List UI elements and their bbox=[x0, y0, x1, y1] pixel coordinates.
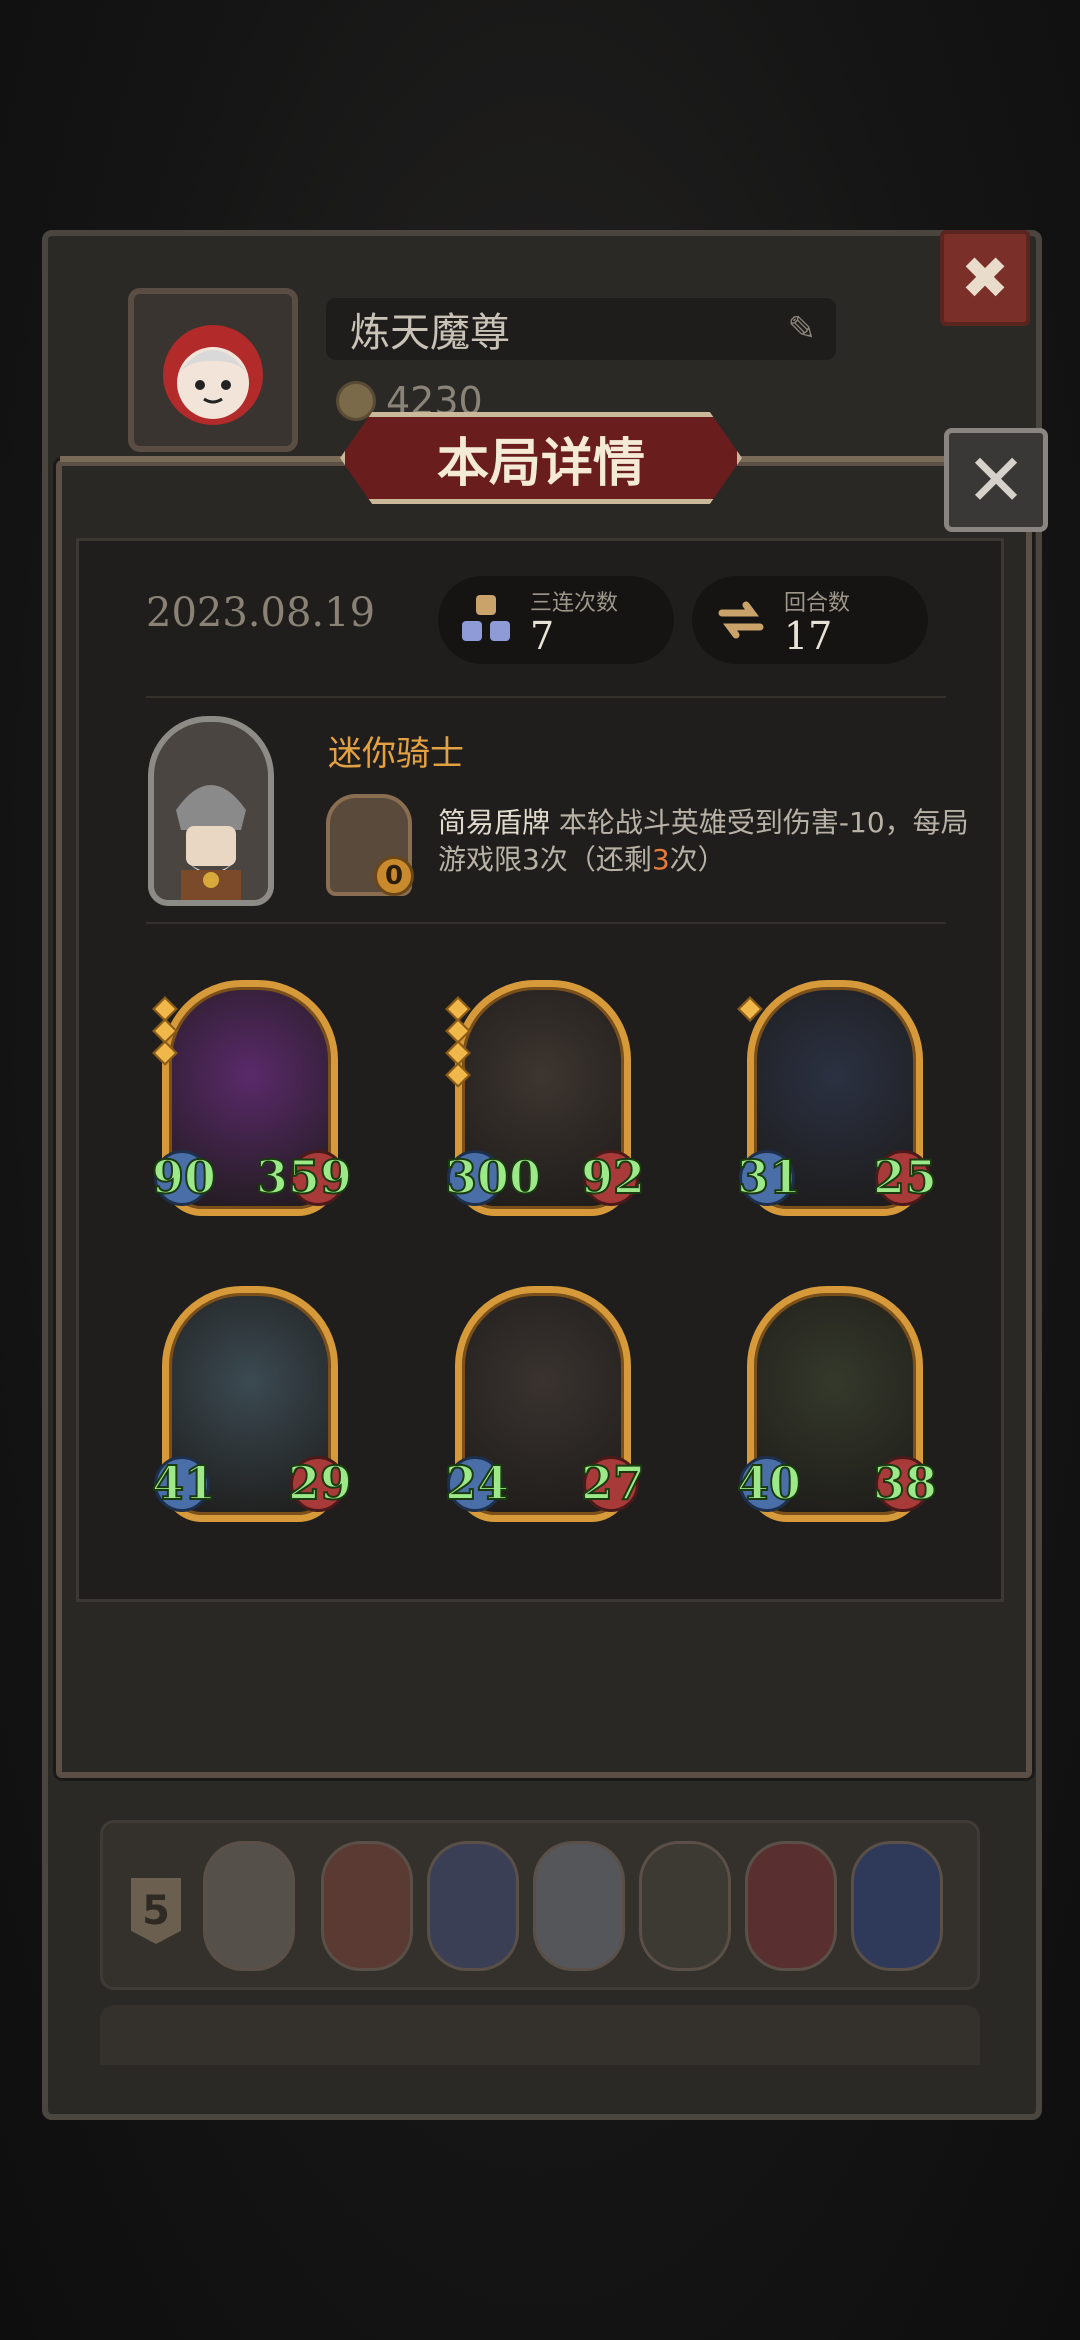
close-icon: ✖ bbox=[960, 244, 1010, 312]
title-divider-left bbox=[60, 456, 350, 462]
close-icon: ✕ bbox=[965, 438, 1027, 522]
triple-count-label: 三连次数 bbox=[530, 591, 619, 616]
triple-icon bbox=[458, 591, 516, 649]
star-icon bbox=[737, 996, 763, 1022]
hero-attack: 31 bbox=[736, 1149, 802, 1205]
round-count-stat: 回合数 17 bbox=[692, 576, 928, 664]
hero-card[interactable]: 90 359 bbox=[151, 980, 353, 1216]
triple-count-stat: 三连次数 7 bbox=[438, 576, 674, 664]
hero-star-rank bbox=[445, 996, 471, 1088]
leader-portrait[interactable] bbox=[148, 716, 274, 906]
history-hero-portrait bbox=[851, 1841, 943, 1971]
modal-title: 本局详情 bbox=[340, 412, 742, 504]
hero-attack: 40 bbox=[736, 1455, 802, 1511]
leader-name: 迷你骑士 bbox=[328, 734, 464, 774]
coin-icon bbox=[336, 381, 376, 421]
history-row[interactable] bbox=[100, 2005, 980, 2065]
skill-count-badge: 0 bbox=[374, 856, 414, 896]
hero-attack: 300 bbox=[444, 1149, 542, 1205]
hero-star-rank bbox=[737, 996, 763, 1022]
hero-health: 27 bbox=[580, 1455, 646, 1511]
profile-close-button[interactable]: ✖ bbox=[940, 230, 1030, 326]
history-hero-portrait bbox=[745, 1841, 837, 1971]
history-hero-portrait bbox=[427, 1841, 519, 1971]
mini-knight-icon bbox=[176, 785, 246, 900]
round-count-label: 回合数 bbox=[784, 591, 851, 616]
history-hero-portrait bbox=[533, 1841, 625, 1971]
match-date: 2023.08.19 bbox=[146, 590, 376, 636]
rounds-icon bbox=[712, 591, 770, 649]
hero-health: 38 bbox=[872, 1455, 938, 1511]
divider bbox=[146, 922, 946, 924]
history-row[interactable]: 5 bbox=[100, 1820, 980, 1990]
hero-health: 29 bbox=[287, 1455, 353, 1511]
player-name-field[interactable]: 炼天魔尊 ✎ bbox=[326, 298, 836, 360]
history-hero-portrait bbox=[639, 1841, 731, 1971]
triple-count-value: 7 bbox=[530, 614, 555, 658]
avatar-face-icon bbox=[163, 325, 263, 425]
star-icon bbox=[152, 1040, 178, 1066]
hero-card[interactable]: 31 25 bbox=[736, 980, 938, 1216]
hero-card[interactable]: 24 27 bbox=[444, 1286, 646, 1522]
title-divider-right bbox=[732, 456, 946, 462]
hero-health: 359 bbox=[255, 1149, 353, 1205]
skill-name: 简易盾牌 bbox=[438, 806, 551, 839]
hero-star-rank bbox=[152, 996, 178, 1066]
skill-remaining: 3 bbox=[651, 843, 670, 876]
rank-badge: 5 bbox=[131, 1878, 181, 1944]
hero-health: 92 bbox=[580, 1149, 646, 1205]
round-count-value: 17 bbox=[784, 614, 833, 658]
skill-desc-end: 次） bbox=[669, 843, 726, 876]
edit-pencil-icon[interactable]: ✎ bbox=[788, 309, 817, 349]
history-leader-portrait bbox=[203, 1841, 295, 1971]
hero-attack: 41 bbox=[151, 1455, 217, 1511]
star-icon bbox=[445, 1062, 471, 1088]
divider bbox=[146, 696, 946, 698]
hero-card[interactable]: 41 29 bbox=[151, 1286, 353, 1522]
modal-title-text: 本局详情 bbox=[436, 433, 645, 494]
modal-close-button[interactable]: ✕ bbox=[944, 428, 1048, 532]
skill-description: 简易盾牌 本轮战斗英雄受到伤害-10，每局游戏限3次（还剩3次） bbox=[438, 804, 978, 878]
hero-health: 25 bbox=[872, 1149, 938, 1205]
player-name: 炼天魔尊 bbox=[350, 310, 510, 356]
player-avatar[interactable] bbox=[128, 288, 298, 452]
hero-card[interactable]: 40 38 bbox=[736, 1286, 938, 1522]
history-hero-portrait bbox=[321, 1841, 413, 1971]
hero-attack: 90 bbox=[151, 1149, 217, 1205]
hero-attack: 24 bbox=[444, 1455, 510, 1511]
hero-card[interactable]: 300 92 bbox=[444, 980, 646, 1216]
